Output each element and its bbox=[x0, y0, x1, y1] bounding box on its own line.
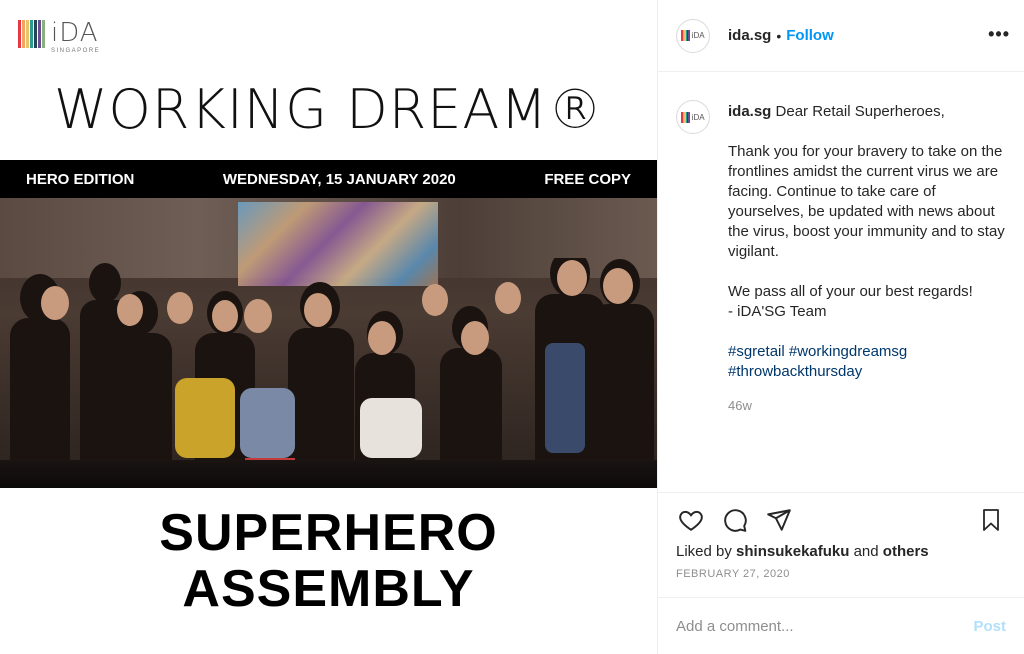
liked-others-link[interactable]: others bbox=[883, 543, 929, 560]
comment-icon[interactable] bbox=[720, 505, 750, 535]
liked-prefix: Liked by bbox=[676, 543, 732, 560]
post-header: iDA ida.sg • Follow ••• bbox=[658, 0, 1024, 72]
edition-banner: HERO EDITION WEDNESDAY, 15 JANUARY 2020 … bbox=[0, 160, 657, 198]
crowd-silhouettes bbox=[10, 258, 654, 488]
more-options-icon[interactable]: ••• bbox=[988, 24, 1010, 45]
follow-button[interactable]: Follow bbox=[786, 27, 834, 44]
separator-dot: • bbox=[776, 27, 782, 44]
banner-edition: HERO EDITION bbox=[26, 170, 135, 188]
banner-price: FREE COPY bbox=[544, 170, 631, 188]
headline-line-1: SUPERHERO bbox=[159, 504, 498, 562]
avatar-logo-word: iDA bbox=[691, 112, 705, 122]
caption-age[interactable]: 46w bbox=[728, 396, 1006, 416]
caption: iDA ida.sg Dear Retail Superheroes, Than… bbox=[658, 72, 1024, 416]
likes-summary: Liked by shinsukekafuku and others bbox=[676, 543, 1006, 560]
share-icon[interactable] bbox=[764, 505, 794, 535]
comment-input[interactable] bbox=[676, 617, 974, 635]
masthead-title: WORKING DREAM® bbox=[54, 78, 603, 141]
bookmark-icon[interactable] bbox=[976, 505, 1006, 535]
username-link[interactable]: ida.sg bbox=[728, 27, 771, 44]
hashtag-link[interactable]: #sgretail bbox=[728, 343, 785, 360]
post-image[interactable]: iDA SINGAPORE WORKING DREAM® HERO EDITIO… bbox=[0, 0, 657, 654]
caption-first-line: ida.sg Dear Retail Superheroes, bbox=[728, 102, 1006, 122]
liked-user-link[interactable]: shinsukekafuku bbox=[736, 543, 849, 560]
headline-line-2: ASSEMBLY bbox=[182, 560, 475, 618]
comment-box: Post bbox=[658, 597, 1024, 654]
hashtags: #sgretail #workingdreamsg #throwbackthur… bbox=[728, 342, 1006, 382]
post-comment-button[interactable]: Post bbox=[973, 618, 1006, 635]
post-side-panel: iDA ida.sg • Follow ••• iDA ida.sg Dear … bbox=[657, 0, 1024, 654]
logo-stripes-icon bbox=[681, 30, 690, 41]
logo-subtitle: SINGAPORE bbox=[51, 48, 101, 54]
caption-regards: We pass all of your our best regards! bbox=[728, 283, 973, 300]
liked-and: and bbox=[853, 543, 879, 560]
avatar-logo-word: iDA bbox=[691, 31, 705, 40]
hashtag-link[interactable]: #throwbackthursday bbox=[728, 363, 862, 380]
headline: SUPERHERO ASSEMBLY bbox=[0, 505, 657, 617]
caption-signature: - iDA'SG Team bbox=[728, 303, 827, 320]
action-icons-row bbox=[676, 505, 1006, 535]
logo-stripes-icon bbox=[18, 20, 45, 48]
caption-paragraph-2: We pass all of your our best regards! - … bbox=[728, 282, 1006, 322]
caption-paragraph-1: Thank you for your bravery to take on th… bbox=[728, 143, 1005, 260]
hashtag-link[interactable]: #workingdreamsg bbox=[789, 343, 907, 360]
logo-stripes-icon bbox=[681, 111, 690, 123]
banner-date: WEDNESDAY, 15 JANUARY 2020 bbox=[222, 170, 456, 188]
avatar[interactable]: iDA bbox=[676, 18, 710, 53]
heart-icon[interactable] bbox=[676, 505, 706, 535]
post-date[interactable]: FEBRUARY 27, 2020 bbox=[676, 568, 1006, 580]
logo-word: iDA bbox=[51, 18, 99, 48]
actions-area: Liked by shinsukekafuku and others FEBRU… bbox=[658, 492, 1024, 580]
ida-logo: iDA SINGAPORE bbox=[18, 20, 100, 54]
caption-avatar[interactable]: iDA bbox=[676, 100, 710, 134]
group-photo bbox=[0, 198, 657, 488]
caption-username-link[interactable]: ida.sg bbox=[728, 103, 771, 120]
caption-greeting: Dear Retail Superheroes, bbox=[775, 103, 945, 120]
